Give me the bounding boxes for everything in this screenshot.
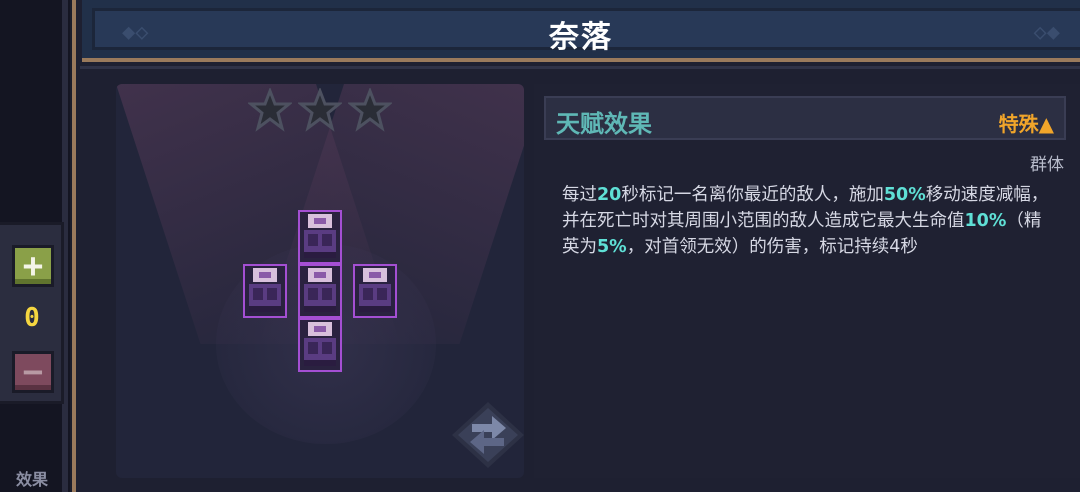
chest-piece-icon [353, 264, 397, 318]
star-outline-icon [348, 88, 392, 132]
target-tag: 群体 [1030, 155, 1064, 175]
dialog-title: 奈落 [549, 20, 613, 55]
chest-piece-icon [298, 318, 342, 372]
talent-pattern [243, 210, 403, 380]
highlight-value: 20 [597, 185, 622, 205]
chest-piece-icon [298, 210, 342, 264]
highlight-value: 50% [883, 185, 926, 205]
rarity-badge: 特殊▲ [998, 112, 1054, 136]
description-text: 秒标记一名离你最近的敌人，施加 [621, 185, 884, 205]
star-outline-icon [298, 88, 342, 132]
description-text: ，对首领无效）的伤害，标记持续4秒 [626, 237, 918, 257]
effect-heading: 天赋效果 [556, 110, 652, 138]
level-control-panel: + 0 − [0, 222, 64, 404]
star-rating [248, 88, 392, 132]
chest-piece-icon [243, 264, 287, 318]
minus-button[interactable]: − [12, 351, 54, 393]
swap-arrows-icon[interactable] [448, 398, 528, 472]
highlight-value: 10% [964, 211, 1007, 231]
talent-description: 每过20秒标记一名离你最近的敌人，施加50%移动速度减幅，并在死亡时对其周围小范… [562, 182, 1052, 260]
dialog-header: ◆◇ ◇◆ 奈落 [82, 0, 1080, 62]
highlight-value: 5% [597, 237, 627, 257]
star-outline-icon [248, 88, 292, 132]
effect-tab[interactable]: 效果 [0, 466, 64, 492]
level-count: 0 [24, 303, 40, 333]
plus-button[interactable]: + [12, 245, 54, 287]
description-panel [534, 84, 1080, 478]
chest-piece-icon [298, 264, 342, 318]
description-text: 每过 [562, 185, 597, 205]
effect-heading-bar: 天赋效果 特殊▲ [544, 96, 1066, 140]
